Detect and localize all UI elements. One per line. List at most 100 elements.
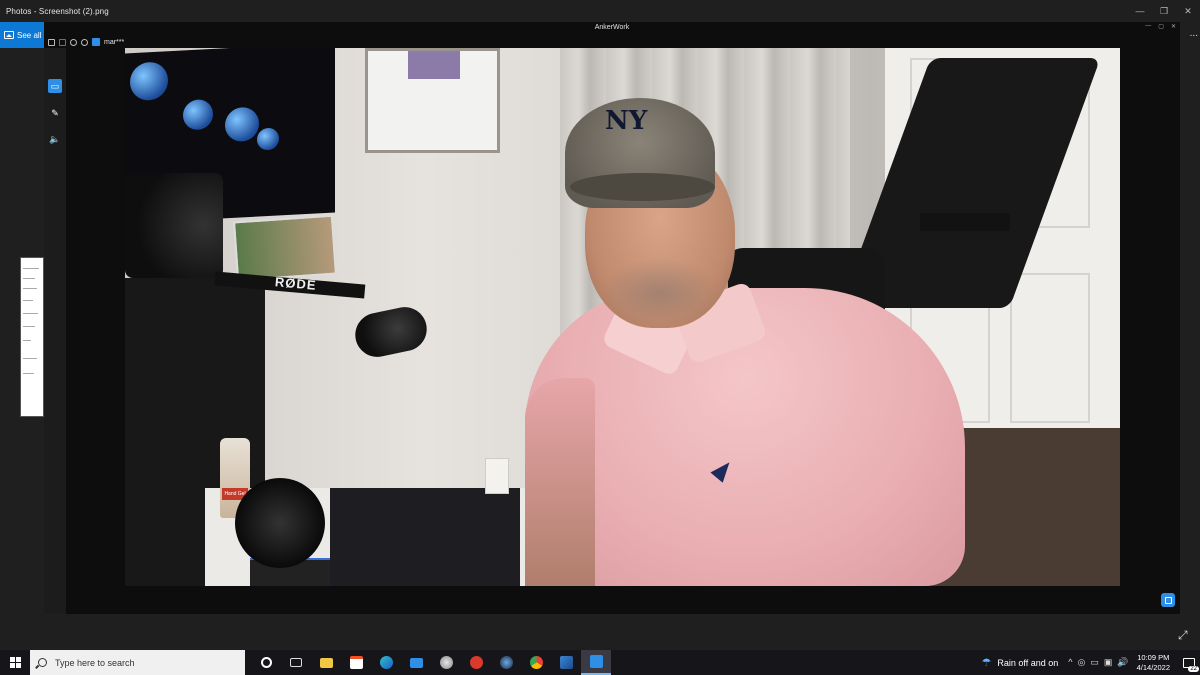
planet (257, 127, 279, 151)
edge-button[interactable] (371, 650, 401, 675)
thumb-line (23, 326, 35, 327)
windows-logo-icon (9, 657, 21, 668)
minimize-button[interactable]: — (1128, 0, 1152, 22)
headphones (235, 478, 325, 568)
weather-text: Rain off and on (997, 657, 1059, 668)
photos-icon (559, 656, 573, 669)
ankerwork-sidebar: ▭ ✎ 🔈 (44, 48, 66, 614)
task-view-button[interactable] (281, 650, 311, 675)
wall-outlet (485, 458, 509, 494)
expand-icon[interactable]: ⤢ (1178, 628, 1188, 643)
photos-window-controls: — ❐ ✕ (1128, 0, 1200, 22)
photos-titlebar: Photos - Screenshot (2).png — ❐ ✕ (0, 0, 1200, 22)
chevron-up-icon[interactable]: ^ (1068, 657, 1072, 668)
ankerwork-icon (589, 655, 603, 668)
red-app-icon (469, 656, 483, 669)
close-button[interactable]: ✕ (1176, 0, 1200, 22)
mail-app-icon (409, 657, 423, 668)
settings-icon[interactable] (81, 38, 88, 46)
ankerwork-title: AnkerWork (594, 24, 630, 31)
chrome-icon (529, 656, 543, 669)
see-all-label: See all (17, 30, 42, 40)
thumb-line (23, 358, 37, 359)
wall-frame (365, 48, 500, 153)
desktop-screen: Photos - Screenshot (2).png — ❐ ✕ See al… (0, 0, 1200, 675)
user-name[interactable]: mar*** (104, 39, 124, 46)
ankerwork-minimize-button[interactable]: — (1145, 23, 1151, 30)
chrome-button[interactable] (521, 650, 551, 675)
search-placeholder: Type here to search (55, 657, 135, 668)
edge-icon (379, 656, 393, 669)
cortana-icon (260, 657, 272, 668)
person-arm (525, 378, 595, 586)
user-avatar-icon[interactable] (92, 38, 100, 46)
ankerwork-toolbar: mar*** (44, 36, 124, 48)
person-beard (600, 258, 720, 328)
notification-center-button[interactable]: 22 (1178, 650, 1200, 675)
see-all-button[interactable]: See all (0, 22, 44, 48)
clock-time: 10:09 PM (1137, 652, 1170, 662)
ankerwork-window-controls: — ▢ ✕ (1145, 23, 1176, 30)
tray-app-icon[interactable]: ◎ (1078, 657, 1086, 668)
document-thumbnail[interactable] (20, 257, 44, 417)
more-options-icon[interactable]: ... (1190, 28, 1198, 39)
network-icon[interactable]: ▣ (1104, 657, 1113, 668)
ankerwork-app-button[interactable] (581, 650, 611, 675)
store-icon (349, 656, 363, 669)
camera-settings-button[interactable]: ▭ (48, 79, 62, 93)
battery-icon[interactable]: ▭ (1090, 657, 1099, 668)
steam-button[interactable] (491, 650, 521, 675)
steam-icon (499, 656, 513, 669)
ankerwork-close-button[interactable]: ✕ (1171, 23, 1176, 30)
frame-photo (408, 51, 460, 79)
search-icon (38, 658, 47, 667)
photos-app-button[interactable] (551, 650, 581, 675)
thumb-line (23, 278, 35, 279)
taskbar-search[interactable]: Type here to search (30, 650, 245, 675)
file-explorer-button[interactable] (311, 650, 341, 675)
umbrella-icon: ☂ (981, 657, 992, 669)
clock-icon[interactable] (70, 38, 77, 46)
taskbar-apps (251, 650, 611, 675)
tray-icons: ^ ◎ ▭ ▣ 🔊 (1068, 657, 1128, 668)
edit-button[interactable]: ✎ (48, 106, 62, 120)
planet (183, 98, 213, 131)
restore-button[interactable]: ❐ (1152, 0, 1176, 22)
weather-widget[interactable]: ☂ Rain off and on (982, 656, 1059, 669)
volume-icon[interactable]: 🔊 (1117, 657, 1128, 668)
alert-icon[interactable] (59, 38, 66, 46)
ankerwork-maximize-button[interactable]: ▢ (1158, 23, 1164, 30)
thumb-line (23, 313, 38, 314)
pen-icon: ✎ (51, 107, 59, 118)
door-panel (1010, 273, 1090, 423)
mail-icon[interactable] (48, 38, 55, 46)
thumb-line (23, 340, 31, 341)
start-button[interactable] (0, 650, 30, 675)
gallery-icon (4, 31, 14, 39)
cortana-button[interactable] (251, 650, 281, 675)
fit-view-button[interactable] (1161, 593, 1175, 607)
planet (130, 61, 168, 102)
store-button[interactable] (341, 650, 371, 675)
thumb-line (23, 373, 34, 374)
ankerwork-titlebar: AnkerWork — ▢ ✕ (44, 22, 1180, 36)
people-app-button[interactable] (431, 650, 461, 675)
people-icon (439, 656, 453, 669)
speaker-icon: 🔈 (49, 133, 61, 144)
clock-date: 4/14/2022 (1136, 662, 1170, 672)
thumb-line (23, 268, 39, 269)
camera-lens (125, 173, 223, 278)
treadmill-bar (920, 213, 1010, 231)
cap-logo: NY (605, 106, 648, 136)
mail-button[interactable] (401, 650, 431, 675)
task-view-icon (290, 658, 302, 667)
planet (225, 106, 259, 143)
system-tray: ☂ Rain off and on ^ ◎ ▭ ▣ 🔊 10:09 PM 4/1… (982, 650, 1200, 675)
red-app-button[interactable] (461, 650, 491, 675)
audio-button[interactable]: 🔈 (48, 132, 62, 146)
thumb-line (23, 288, 37, 289)
mousepad (330, 488, 520, 586)
photos-window-title: Photos - Screenshot (2).png (6, 6, 109, 16)
taskbar-clock[interactable]: 10:09 PM 4/14/2022 (1137, 653, 1170, 673)
fit-view-icon (1164, 596, 1172, 604)
